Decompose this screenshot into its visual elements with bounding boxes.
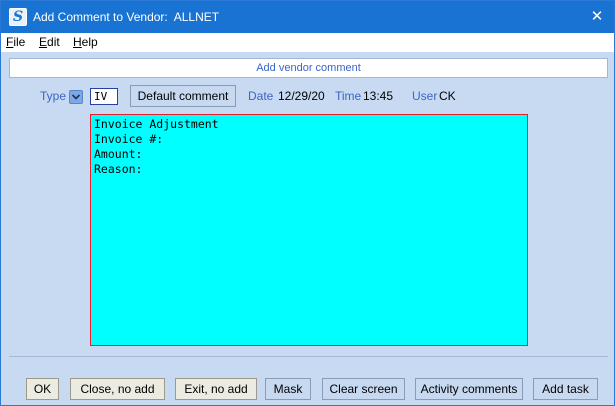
ok-button[interactable]: OK — [26, 378, 59, 400]
menu-help-mnemonic: H — [73, 35, 82, 49]
title-bar[interactable]: S Add Comment to Vendor: ALLNET ✕ — [1, 1, 614, 33]
add-task-button[interactable]: Add task — [533, 378, 598, 400]
mask-button[interactable]: Mask — [265, 378, 311, 400]
default-comment-button[interactable]: Default comment — [130, 85, 236, 107]
menu-bar: File Edit Help — [1, 33, 614, 52]
close-no-add-button[interactable]: Close, no add — [70, 378, 165, 400]
menu-help[interactable]: Help — [73, 35, 98, 49]
menu-edit[interactable]: Edit — [39, 35, 60, 49]
date-label: Date — [248, 89, 274, 103]
app-logo-icon: S — [9, 8, 27, 26]
close-icon[interactable]: ✕ — [586, 7, 608, 27]
type-input[interactable]: IV — [90, 88, 118, 105]
button-bar: OK Close, no add Exit, no add Mask Clear… — [1, 358, 614, 405]
type-dropdown-button[interactable] — [69, 90, 83, 104]
activity-comments-button[interactable]: Activity comments — [415, 378, 523, 400]
dialog-body: Add vendor comment Type IV Default comme… — [1, 52, 614, 405]
menu-edit-label: dit — [47, 35, 60, 49]
menu-help-label: elp — [81, 35, 98, 49]
chevron-down-icon — [71, 94, 81, 100]
menu-edit-mnemonic: E — [39, 35, 48, 49]
section-header: Add vendor comment — [9, 58, 608, 78]
app-window: S Add Comment to Vendor: ALLNET ✕ File E… — [0, 0, 615, 406]
date-value: 12/29/20 — [278, 89, 325, 103]
divider — [9, 356, 608, 357]
window-title: Add Comment to Vendor: ALLNET — [33, 10, 220, 24]
comment-textarea[interactable]: Invoice Adjustment Invoice #: Amount: Re… — [90, 114, 528, 346]
time-label: Time — [335, 89, 362, 103]
clear-screen-button[interactable]: Clear screen — [322, 378, 405, 400]
user-label: User — [412, 89, 438, 103]
menu-file-label: ile — [13, 35, 26, 49]
exit-no-add-button[interactable]: Exit, no add — [175, 378, 257, 400]
time-value: 13:45 — [363, 89, 394, 103]
type-label: Type — [40, 89, 67, 103]
menu-file[interactable]: File — [6, 35, 25, 49]
user-value: CK — [439, 89, 456, 103]
